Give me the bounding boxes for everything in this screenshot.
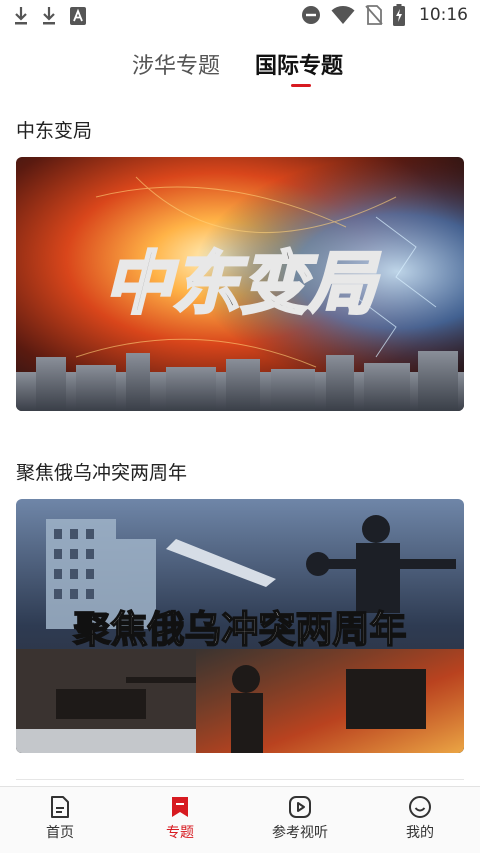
topic-tabs: 涉华专题 国际专题 [0, 44, 480, 92]
banner-middle-east-image: 中东变局 [16, 157, 464, 411]
status-time: 10:16 [419, 5, 468, 25]
nav-mine[interactable]: 我的 [370, 795, 470, 842]
tab-international-topics[interactable]: 国际专题 [255, 48, 343, 80]
status-bar: 10:16 [0, 0, 480, 36]
nav-home-label: 首页 [46, 825, 74, 841]
banner-middle-east[interactable]: 中东变局 [16, 157, 464, 411]
download-icon [43, 7, 55, 25]
play-icon [289, 796, 311, 818]
content-divider [16, 779, 464, 780]
smile-icon [409, 796, 431, 818]
no-sim-icon [365, 5, 383, 25]
nav-mine-label: 我的 [406, 825, 434, 841]
banner-russia-ukraine-title: 聚焦俄乌冲突两周年 [73, 607, 407, 651]
nav-media[interactable]: 参考视听 [250, 795, 350, 842]
download-icon [15, 7, 27, 25]
nav-topics-label: 专题 [166, 825, 194, 841]
dnd-icon [302, 6, 320, 24]
section-title-russia-ukraine[interactable]: 聚焦俄乌冲突两周年 [16, 458, 187, 485]
bottom-nav: 首页 专题 参考视听 我的 [0, 786, 480, 853]
nav-media-label: 参考视听 [272, 825, 328, 841]
battery-charging-icon [393, 4, 405, 26]
font-icon [70, 7, 86, 25]
wifi-icon [331, 6, 355, 24]
banner-russia-ukraine-image: 聚焦俄乌冲突两周年 [16, 499, 464, 753]
nav-topics[interactable]: 专题 [130, 795, 230, 842]
active-tab-indicator [291, 84, 311, 87]
tab-china-topics[interactable]: 涉华专题 [132, 48, 220, 80]
banner-middle-east-title: 中东变局 [104, 245, 381, 324]
document-icon [51, 796, 69, 818]
section-title-middle-east[interactable]: 中东变局 [16, 116, 92, 143]
bookmark-icon [172, 797, 188, 817]
nav-home[interactable]: 首页 [10, 795, 110, 842]
banner-russia-ukraine[interactable]: 聚焦俄乌冲突两周年 [16, 499, 464, 753]
